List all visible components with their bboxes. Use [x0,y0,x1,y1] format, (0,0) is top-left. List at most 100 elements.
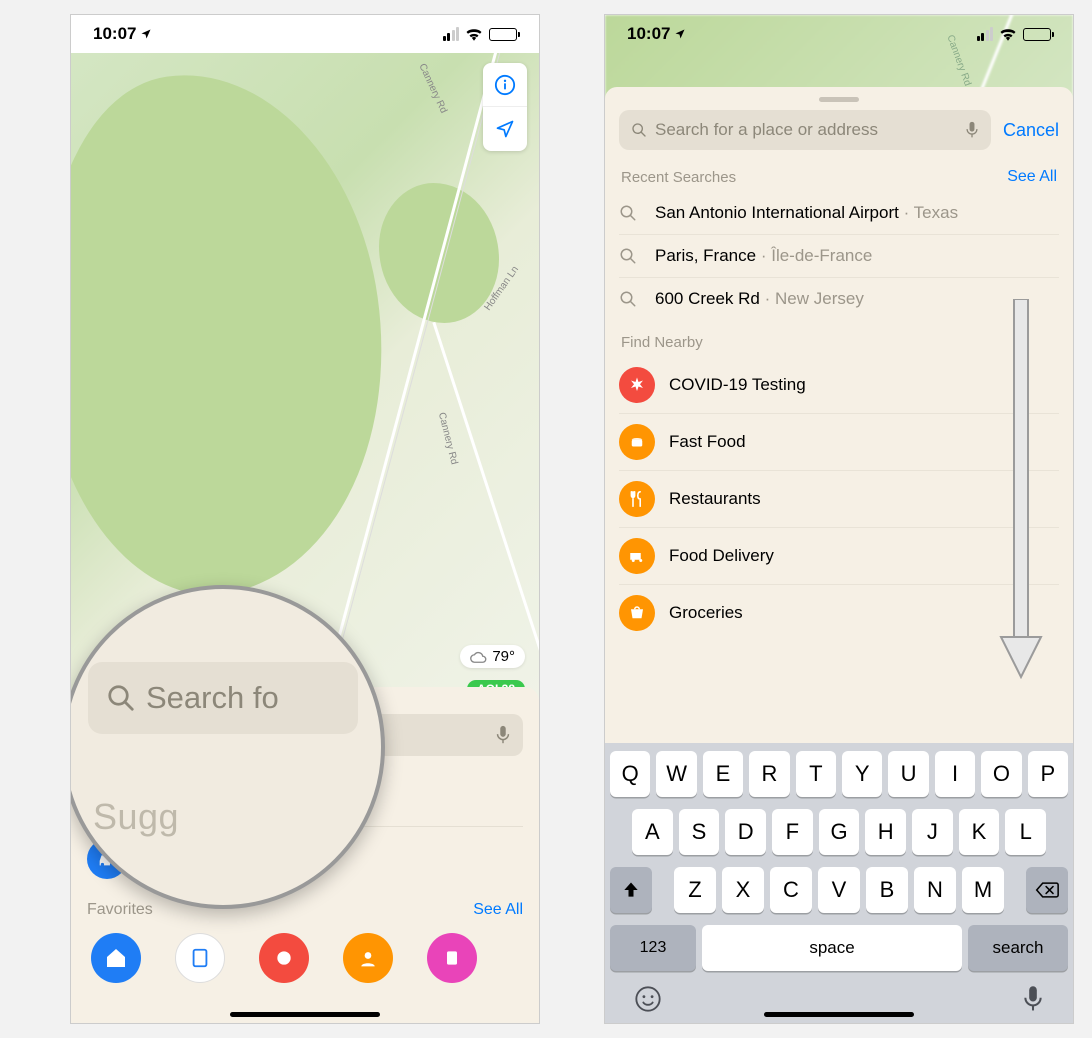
key-n[interactable]: N [914,867,956,913]
key-o[interactable]: O [981,751,1021,797]
sheet-grabber[interactable] [819,97,859,102]
key-y[interactable]: Y [842,751,882,797]
key-a[interactable]: A [632,809,673,855]
key-z[interactable]: Z [674,867,716,913]
key-r[interactable]: R [749,751,789,797]
key-p[interactable]: P [1028,751,1068,797]
keyboard: QWERTYUIOP ASDFGHJKL ZXCVBNM 123 space s… [605,743,1073,1023]
weather-temp: 79° [492,648,515,665]
road-label: Cannery Rd [436,411,460,465]
status-bar: 10:07 [71,15,539,53]
favorite-icon[interactable] [343,933,393,983]
favorite-icon[interactable] [259,933,309,983]
key-e[interactable]: E [703,751,743,797]
phone-right: Cannery Rd 10:07 [604,14,1074,1024]
nearby-item-delivery[interactable]: Food Delivery [619,527,1059,584]
map-controls [483,63,527,151]
locate-me-button[interactable] [483,107,527,151]
key-w[interactable]: W [656,751,696,797]
magnified-placeholder: Search fo [146,680,279,716]
map-info-button[interactable] [483,63,527,107]
key-l[interactable]: L [1005,809,1046,855]
nearby-item-groceries[interactable]: Groceries [619,584,1059,633]
recent-search-item[interactable]: San Antonio International Airport · Texa… [619,192,1059,234]
location-services-icon [140,28,152,40]
cloud-icon [470,650,488,664]
nearby-label: COVID-19 Testing [669,375,806,395]
key-d[interactable]: D [725,809,766,855]
favorite-icon[interactable] [175,933,225,983]
favorite-home-icon[interactable] [91,933,141,983]
recent-sub: Texas [914,203,958,222]
key-b[interactable]: B [866,867,908,913]
magnifier-cutoff-text: Sugg [93,796,179,838]
mic-icon[interactable] [965,121,979,139]
recent-main: Paris, France [655,246,756,265]
status-bar: 10:07 [605,15,1073,53]
battery-icon [489,28,517,41]
recent-search-item[interactable]: Paris, France · Île-de-France [619,234,1059,277]
groceries-icon [619,595,655,631]
weather-badge[interactable]: 79° [460,645,525,668]
magnified-search-field: Search fo [88,662,358,734]
home-indicator[interactable] [230,1012,380,1017]
magnifier-callout: Search fo Sugg [70,585,385,909]
battery-icon [1023,28,1051,41]
cancel-button[interactable]: Cancel [1003,120,1059,141]
home-indicator[interactable] [764,1012,914,1017]
recent-sub: Île-de-France [771,246,872,265]
key-h[interactable]: H [865,809,906,855]
delivery-icon [619,538,655,574]
search-icon [619,247,641,265]
recent-search-item[interactable]: 600 Creek Rd · New Jersey [619,277,1059,320]
key-c[interactable]: C [770,867,812,913]
key-u[interactable]: U [888,751,928,797]
nearby-item-restaurants[interactable]: Restaurants [619,470,1059,527]
find-nearby-label: Find Nearby [621,334,703,351]
key-x[interactable]: X [722,867,764,913]
key-v[interactable]: V [818,867,860,913]
key-m[interactable]: M [962,867,1004,913]
cellular-signal-icon [443,27,460,41]
nearby-label: Groceries [669,603,743,623]
nearby-item-covid[interactable]: COVID-19 Testing [619,357,1059,413]
wifi-icon [465,27,483,41]
key-g[interactable]: G [819,809,860,855]
backspace-key[interactable] [1026,867,1068,913]
search-icon [619,290,641,308]
search-icon [619,204,641,222]
favorite-icon[interactable] [427,933,477,983]
location-services-icon [674,28,686,40]
dictation-key[interactable] [1022,985,1044,1013]
recent-searches-label: Recent Searches [621,169,736,186]
nearby-label: Fast Food [669,432,746,452]
search-field[interactable] [619,110,991,150]
road-label: Cannery Rd [416,62,449,115]
numeric-key[interactable]: 123 [610,925,696,971]
key-q[interactable]: Q [610,751,650,797]
search-key[interactable]: search [968,925,1068,971]
search-input[interactable] [655,120,957,140]
status-time: 10:07 [627,24,670,44]
key-t[interactable]: T [796,751,836,797]
wifi-icon [999,27,1017,41]
medical-icon [619,367,655,403]
restaurant-icon [619,481,655,517]
emoji-key[interactable] [634,985,662,1013]
nearby-label: Restaurants [669,489,761,509]
key-j[interactable]: J [912,809,953,855]
mic-icon[interactable] [495,725,511,745]
key-s[interactable]: S [679,809,720,855]
search-icon [106,683,136,713]
nearby-item-fastfood[interactable]: Fast Food [619,413,1059,470]
space-key[interactable]: space [702,925,962,971]
shift-key[interactable] [610,867,652,913]
key-f[interactable]: F [772,809,813,855]
see-all-link[interactable]: See All [1007,168,1057,186]
key-k[interactable]: K [959,809,1000,855]
recent-sub: New Jersey [775,289,864,308]
favorites-row [87,933,523,983]
key-i[interactable]: I [935,751,975,797]
see-all-link[interactable]: See All [473,901,523,919]
recent-main: 600 Creek Rd [655,289,760,308]
